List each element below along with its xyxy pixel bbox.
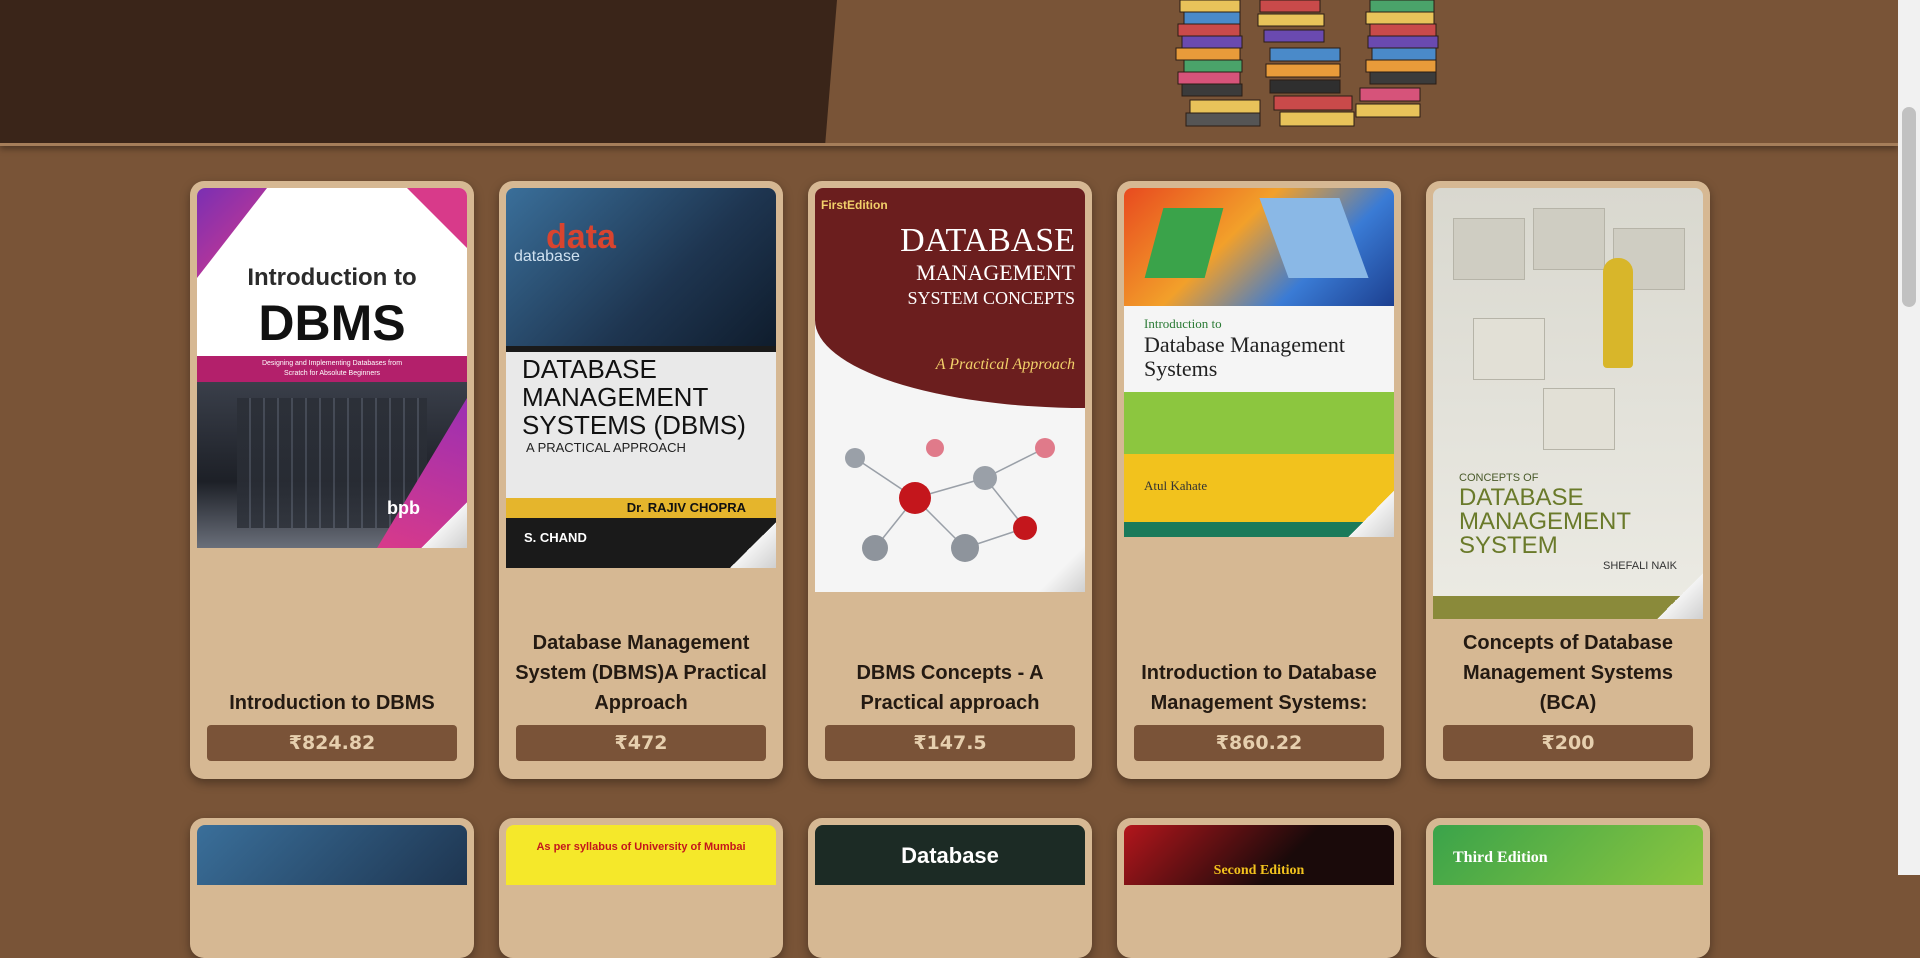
cover-text: A Practical Approach xyxy=(935,356,1075,373)
cover-text: Designing and Implementing Databases fro… xyxy=(261,360,403,367)
cover-text: Scratch for Absolute Beginners xyxy=(283,370,381,377)
book-cover-image[interactable]: Introduction to Database Management Syst… xyxy=(1124,188,1394,537)
cover-text: Database xyxy=(901,843,999,868)
book-card[interactable]: data database DATABASE MANAGEMENT SYSTEM… xyxy=(499,181,783,779)
price-badge: ₹472 xyxy=(516,725,766,761)
book-cover-image[interactable]: Database xyxy=(815,825,1085,885)
book-card[interactable] xyxy=(190,818,474,958)
book-card[interactable]: Database xyxy=(808,818,1092,958)
book-cover-image[interactable]: As per syllabus of University of Mumbai xyxy=(506,825,776,885)
cover-text: Dr. RAJIV CHOPRA xyxy=(626,500,746,515)
cover-text: CONCEPTS OF xyxy=(1459,472,1539,484)
cover-text: SYSTEM CONCEPTS xyxy=(907,288,1075,308)
cover-text: DATABASE xyxy=(522,354,657,384)
cover-text: Atul Kahate xyxy=(1144,478,1208,493)
cover-text: A PRACTICAL APPROACH xyxy=(526,440,686,455)
cover-text: SHEFALI NAIK xyxy=(1603,560,1677,572)
book-grid: Introduction to DBMS Designing and Imple… xyxy=(0,0,1898,958)
scrollbar-thumb[interactable] xyxy=(1902,107,1916,307)
cover-text: Introduction to xyxy=(1144,316,1222,331)
cover-text: FirstEdition xyxy=(821,198,888,212)
book-title[interactable]: Introduction to Database Management Syst… xyxy=(1129,658,1389,718)
cover-text: database xyxy=(514,248,580,265)
book-title[interactable]: Introduction to DBMS xyxy=(202,688,462,718)
book-title[interactable]: DBMS Concepts - A Practical approach xyxy=(820,658,1080,718)
book-cover-image[interactable]: Third Edition xyxy=(1433,825,1703,885)
cover-text: As per syllabus of University of Mumbai xyxy=(536,841,746,853)
page-curl xyxy=(1348,491,1394,537)
book-cover-image[interactable]: CONCEPTS OF DATABASE MANAGEMENT SYSTEM S… xyxy=(1433,188,1703,619)
book-cover-image[interactable]: data database DATABASE MANAGEMENT SYSTEM… xyxy=(506,188,776,568)
cover-text: Third Edition xyxy=(1453,849,1548,866)
cover-text: DATABASE xyxy=(900,222,1075,259)
book-card[interactable]: FirstEdition DATABASE MANAGEMENT SYSTEM … xyxy=(808,181,1092,779)
publisher-logo: S. CHAND xyxy=(524,530,587,545)
book-card[interactable]: Third Edition xyxy=(1426,818,1710,958)
page-curl xyxy=(730,522,776,568)
book-card[interactable]: As per syllabus of University of Mumbai xyxy=(499,818,783,958)
book-cover-image[interactable]: FirstEdition DATABASE MANAGEMENT SYSTEM … xyxy=(815,188,1085,592)
book-cover-image[interactable]: Introduction to DBMS Designing and Imple… xyxy=(197,188,467,548)
book-card[interactable]: Second Edition xyxy=(1117,818,1401,958)
page-curl xyxy=(421,502,467,548)
cover-text: MANAGEMENT xyxy=(522,382,709,412)
cover-text: DBMS xyxy=(258,295,406,351)
cover-text: SYSTEM xyxy=(1459,532,1558,559)
book-cover-image[interactable]: Second Edition xyxy=(1124,825,1394,885)
price-badge: ₹824.82 xyxy=(207,725,457,761)
cover-text: Second Edition xyxy=(1213,863,1305,878)
cover-text: Introduction to xyxy=(247,264,417,291)
book-title[interactable]: Concepts of Database Management Systems … xyxy=(1438,628,1698,718)
page-curl xyxy=(1657,573,1703,619)
cover-text: SYSTEMS (DBMS) xyxy=(522,410,746,440)
price-badge: ₹147.5 xyxy=(825,725,1075,761)
cover-text: Systems xyxy=(1144,356,1218,381)
book-card[interactable]: Introduction to Database Management Syst… xyxy=(1117,181,1401,779)
book-title[interactable]: Database Management System (DBMS)A Pract… xyxy=(511,628,771,718)
price-badge: ₹860.22 xyxy=(1134,725,1384,761)
cover-text: Database Management xyxy=(1144,332,1345,357)
cover-text: MANAGEMENT xyxy=(916,260,1075,285)
publisher-logo: bpb xyxy=(387,498,420,518)
page-curl xyxy=(1039,546,1085,592)
price-badge: ₹200 xyxy=(1443,725,1693,761)
book-cover-image[interactable] xyxy=(197,825,467,885)
book-card[interactable]: CONCEPTS OF DATABASE MANAGEMENT SYSTEM S… xyxy=(1426,181,1710,779)
book-card[interactable]: Introduction to DBMS Designing and Imple… xyxy=(190,181,474,779)
